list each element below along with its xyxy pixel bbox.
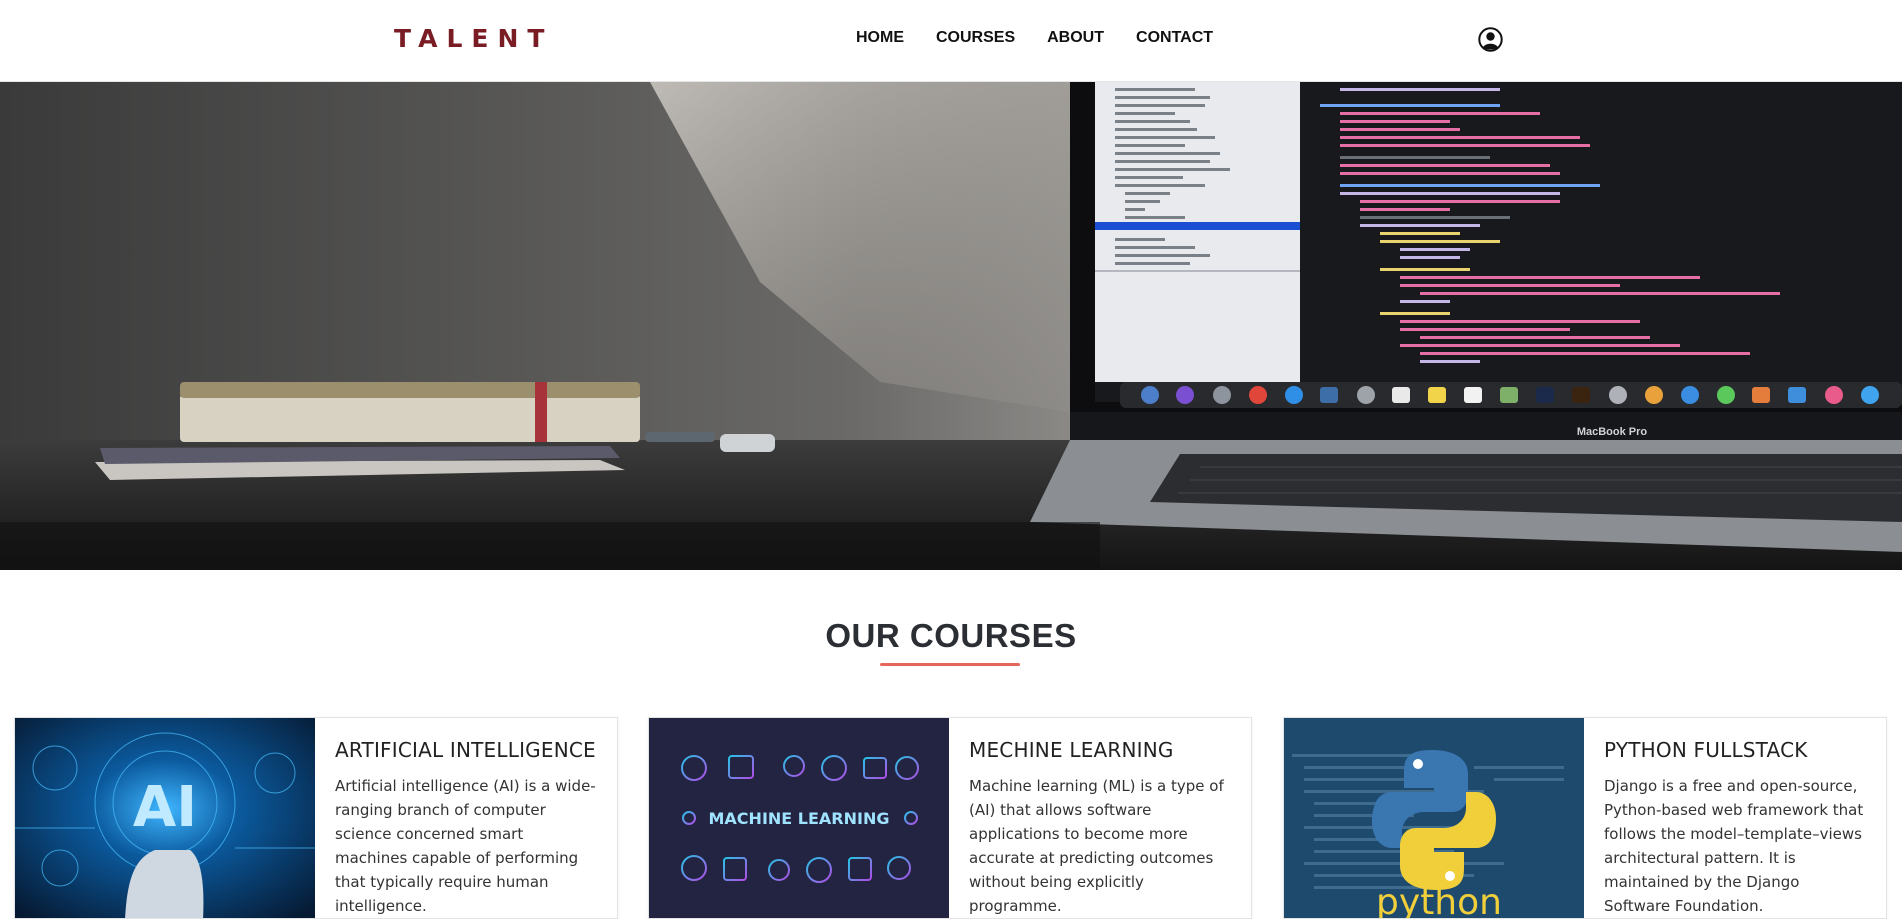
- course-card-ai[interactable]: AI ARTIFICIAL INTELLIGENCE Artificial in…: [14, 717, 618, 919]
- course-title[interactable]: PYTHON FULLSTACK: [1604, 738, 1866, 762]
- course-description: Artificial intelligence (AI) is a wide-r…: [335, 777, 596, 915]
- course-image-ai: AI: [15, 718, 315, 918]
- nav-contact-link[interactable]: CONTACT: [1136, 29, 1213, 47]
- courses-section-title: OUR COURSES: [825, 617, 1077, 654]
- course-title[interactable]: MECHINE LEARNING: [969, 738, 1231, 762]
- course-card-python[interactable]: python PYTHON FULLSTACK Django is a free…: [1283, 717, 1887, 919]
- course-description: Django is a free and open-source, Python…: [1604, 777, 1864, 915]
- course-card-body: PYTHON FULLSTACK Django is a free and op…: [1584, 718, 1886, 918]
- python-image-label: python: [1376, 882, 1502, 919]
- site-logo[interactable]: TALENT: [394, 24, 553, 53]
- title-underline: [880, 663, 1020, 666]
- ai-image-label: AI: [133, 775, 197, 840]
- course-image-ml: MACHINE LEARNING: [649, 718, 949, 918]
- user-circle-icon: [1478, 27, 1503, 52]
- nav-about-link[interactable]: ABOUT: [1047, 29, 1104, 47]
- main-nav: HOME COURSES ABOUT CONTACT: [856, 29, 1245, 47]
- course-title[interactable]: ARTIFICIAL INTELLIGENCE: [335, 738, 597, 762]
- course-card-body: ARTIFICIAL INTELLIGENCE Artificial intel…: [315, 718, 617, 918]
- ml-image-label: MACHINE LEARNING: [709, 809, 890, 828]
- nav-courses-link[interactable]: COURSES: [936, 29, 1015, 47]
- course-image-python: python: [1284, 718, 1584, 919]
- nav-home-link[interactable]: HOME: [856, 29, 904, 47]
- course-description: Machine learning (ML) is a type of (AI) …: [969, 777, 1224, 915]
- course-card-ml[interactable]: MACHINE LEARNING MECHINE LEARNING Machin…: [648, 717, 1252, 919]
- user-account-button[interactable]: [1478, 27, 1503, 52]
- course-card-body: MECHINE LEARNING Machine learning (ML) i…: [949, 718, 1251, 918]
- hero-banner-image: MacBook Pro: [0, 82, 1902, 570]
- laptop-label: MacBook Pro: [1577, 426, 1648, 438]
- site-header: TALENT HOME COURSES ABOUT CONTACT: [0, 0, 1902, 82]
